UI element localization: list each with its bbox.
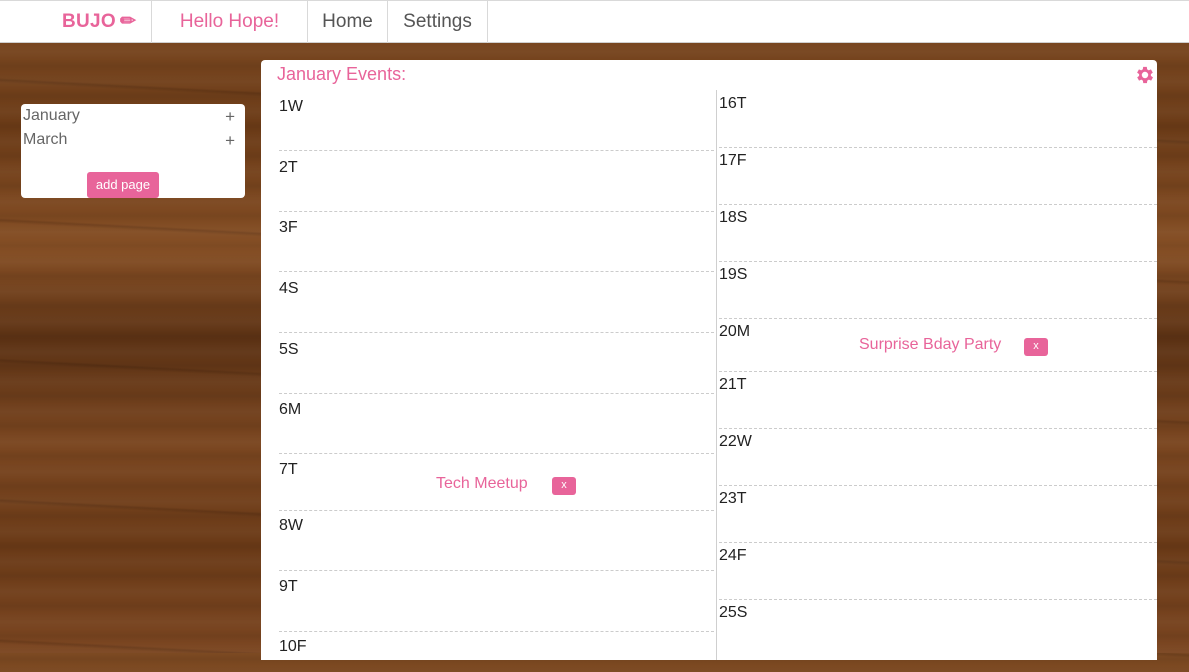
day-label: 16T (719, 95, 747, 112)
day-row-18[interactable]: 18S (719, 205, 1157, 262)
day-label: 22W (719, 433, 752, 450)
month-label[interactable]: January (23, 107, 80, 125)
day-row-22[interactable]: 22W (719, 429, 1157, 486)
day-row-6[interactable]: 6M (279, 394, 714, 454)
day-row-3[interactable]: 3F (279, 212, 714, 272)
brand-label: BUJO (62, 11, 116, 32)
day-label: 6M (279, 401, 302, 418)
day-label: 17F (719, 152, 747, 169)
sidebar-item-january[interactable]: January + (23, 105, 235, 127)
panel-title: January Events: (277, 64, 407, 84)
day-row-7[interactable]: 7T Tech Meetup x (279, 454, 714, 511)
add-month-icon[interactable]: + (225, 107, 235, 127)
day-row-16[interactable]: 16T (719, 90, 1157, 148)
day-row-2[interactable]: 2T (279, 151, 714, 212)
add-month-icon[interactable]: + (225, 131, 235, 151)
day-row-9[interactable]: 9T (279, 571, 714, 632)
gear-icon[interactable] (1134, 64, 1156, 86)
day-label: 21T (719, 376, 747, 393)
day-row-19[interactable]: 19S (719, 262, 1157, 319)
day-row-17[interactable]: 17F (719, 148, 1157, 205)
add-page-button[interactable]: add page (87, 172, 159, 198)
greeting-link[interactable]: Hello Hope! (151, 1, 308, 43)
day-row-10[interactable]: 10F (279, 632, 714, 672)
day-label: 25S (719, 604, 748, 621)
nav-home-link[interactable]: Home (308, 1, 388, 43)
day-label: 24F (719, 547, 747, 564)
delete-event-button[interactable]: x (1024, 338, 1048, 356)
sidebar-item-march[interactable]: March + (23, 129, 235, 151)
day-label: 3F (279, 219, 298, 236)
day-row-25[interactable]: 25S (719, 600, 1157, 653)
day-label: 1W (279, 98, 303, 115)
day-label: 7T (279, 461, 298, 478)
month-sidebar: January + March + add page (21, 104, 245, 198)
day-label: 10F (279, 638, 307, 655)
day-label: 23T (719, 490, 747, 507)
day-row-24[interactable]: 24F (719, 543, 1157, 600)
day-row-4[interactable]: 4S (279, 272, 714, 333)
day-label: 19S (719, 266, 748, 283)
day-label: 20M (719, 323, 751, 340)
day-label: 4S (279, 280, 299, 297)
event-text[interactable]: Tech Meetup (436, 475, 528, 493)
day-row-8[interactable]: 8W (279, 511, 714, 571)
day-label: 5S (279, 341, 299, 358)
pencil-icon: ✏ (120, 11, 137, 32)
day-row-20[interactable]: 20M Surprise Bday Party x (719, 319, 1157, 372)
day-label: 8W (279, 517, 303, 534)
day-row-23[interactable]: 23T (719, 486, 1157, 543)
brand-link[interactable]: BUJO ✏ (62, 1, 136, 43)
day-row-21[interactable]: 21T (719, 372, 1157, 429)
month-label[interactable]: March (23, 131, 67, 149)
events-panel: January Events: 1W 2T 3F 4S 5S 6M 7T Tec… (261, 60, 1157, 660)
top-navbar: BUJO ✏ Hello Hope! Home Settings (0, 0, 1189, 43)
day-label: 18S (719, 209, 748, 226)
event-text[interactable]: Surprise Bday Party (859, 336, 1001, 354)
day-label: 9T (279, 578, 298, 595)
day-label: 2T (279, 159, 298, 176)
column-divider (716, 90, 717, 660)
delete-event-button[interactable]: x (552, 477, 576, 495)
day-row-1[interactable]: 1W (279, 90, 714, 151)
day-row-5[interactable]: 5S (279, 333, 714, 394)
nav-settings-link[interactable]: Settings (388, 1, 488, 43)
